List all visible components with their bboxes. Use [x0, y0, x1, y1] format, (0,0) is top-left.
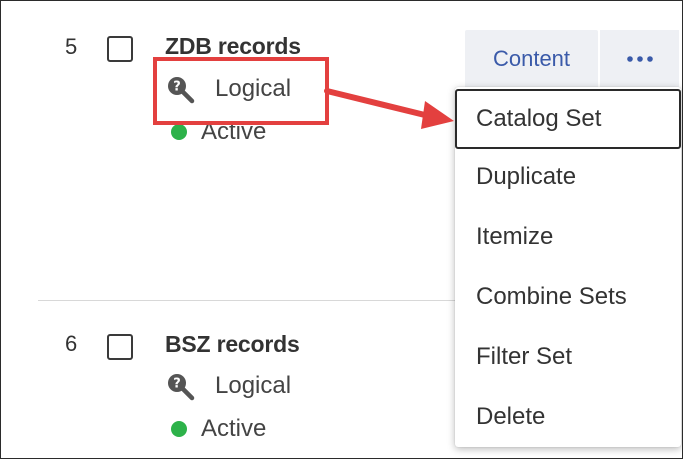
row-number: 5	[65, 34, 78, 59]
set-status-label: Active	[201, 415, 267, 442]
menu-item-duplicate[interactable]: Duplicate	[455, 149, 681, 205]
set-type-label: Logical	[215, 372, 292, 399]
ellipsis-icon	[626, 50, 654, 68]
menu-item-itemize[interactable]: Itemize	[455, 209, 681, 265]
logical-search-icon: ?	[165, 372, 201, 401]
menu-item-combine-sets[interactable]: Combine Sets	[455, 269, 681, 325]
set-type: ? Logical	[165, 372, 292, 401]
set-title[interactable]: BSZ records	[165, 331, 300, 358]
status-dot-icon	[171, 421, 187, 437]
annotation-highlight-box	[153, 57, 329, 125]
annotation-arrow-icon	[324, 88, 454, 129]
menu-item-delete[interactable]: Delete	[455, 389, 681, 445]
row-number: 6	[65, 331, 78, 356]
menu-item-catalog-set[interactable]: Catalog Set	[455, 89, 681, 149]
row-select-checkbox[interactable]	[107, 334, 133, 360]
content-button[interactable]: Content	[465, 30, 598, 88]
set-list-panel: 5 ZDB records ? Logical Active 6 BSZ rec…	[0, 0, 683, 459]
status-dot-icon	[171, 124, 187, 140]
actions-menu: Catalog Set Duplicate Itemize Combine Se…	[455, 87, 681, 447]
set-status: Active	[165, 415, 266, 443]
row-divider	[38, 300, 458, 301]
menu-item-filter-set[interactable]: Filter Set	[455, 329, 681, 385]
more-actions-button[interactable]	[600, 30, 679, 88]
set-title[interactable]: ZDB records	[165, 33, 301, 60]
svg-text:?: ?	[173, 377, 181, 392]
row-select-checkbox[interactable]	[107, 36, 133, 62]
